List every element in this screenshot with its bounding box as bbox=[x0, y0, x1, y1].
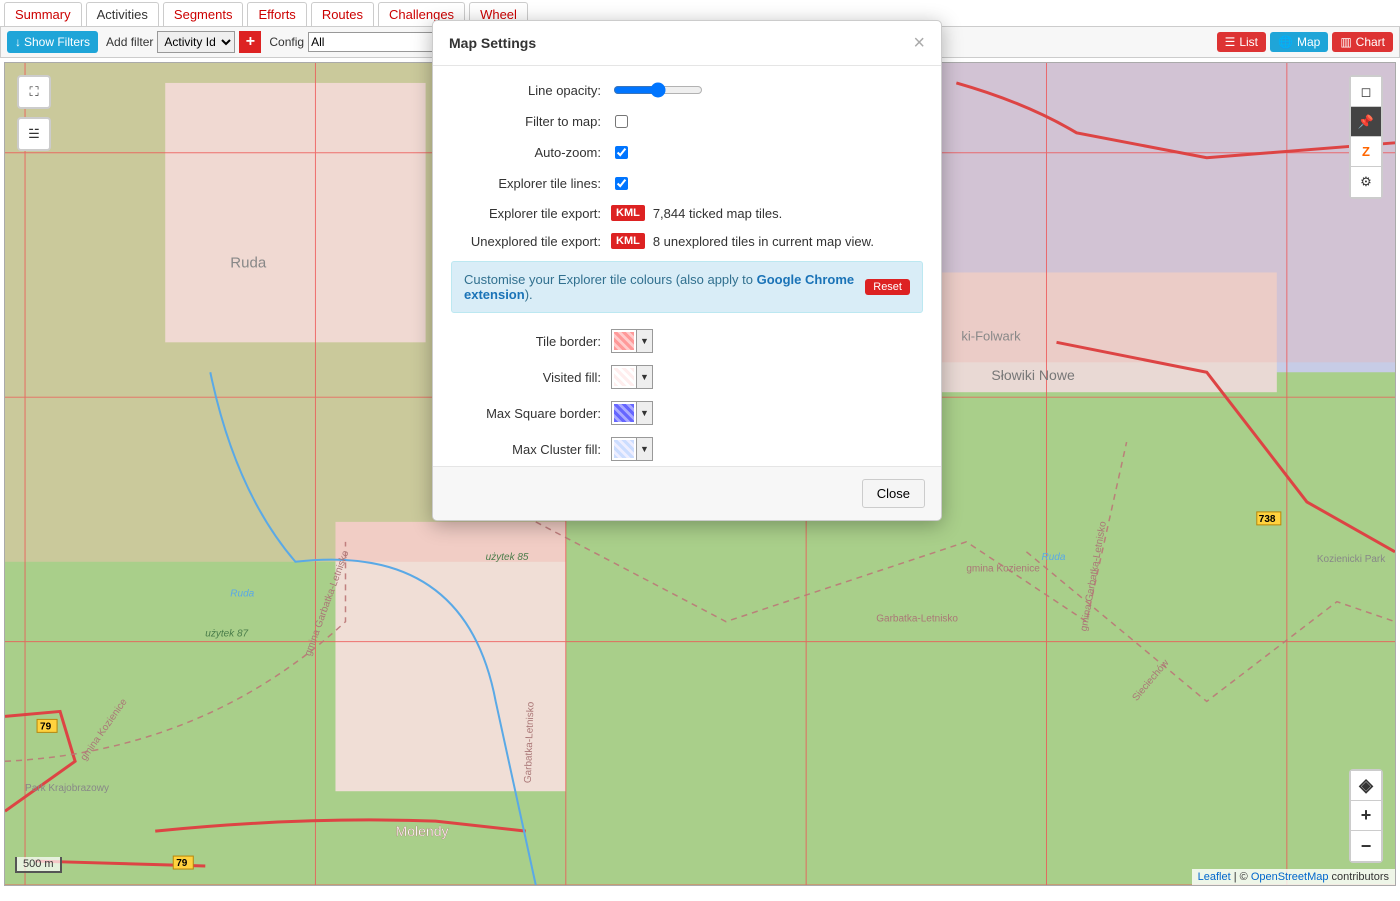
modal-body: Line opacity: Filter to map: Auto-zoom: … bbox=[433, 66, 941, 466]
scale-bar: 500 m bbox=[15, 857, 62, 873]
tab-efforts[interactable]: Efforts bbox=[247, 2, 306, 26]
tab-summary[interactable]: Summary bbox=[4, 2, 82, 26]
locate-icon: ◈ bbox=[1359, 775, 1373, 796]
chart-icon: ▥ bbox=[1340, 35, 1351, 49]
view-buttons: ☰List 🌐Map ▥Chart bbox=[1217, 32, 1393, 52]
minus-icon: − bbox=[1361, 836, 1372, 857]
svg-text:Ruda: Ruda bbox=[230, 255, 267, 272]
polygon-tool[interactable]: ◻ bbox=[1351, 77, 1381, 107]
colour-info-box: Customise your Explorer tile colours (al… bbox=[451, 261, 923, 313]
svg-text:ki-Folwark: ki-Folwark bbox=[961, 328, 1021, 343]
chevron-down-icon: ▼ bbox=[636, 366, 652, 388]
line-opacity-label: Line opacity: bbox=[451, 83, 611, 98]
zoom-out-button[interactable]: − bbox=[1351, 831, 1381, 861]
tab-segments[interactable]: Segments bbox=[163, 2, 244, 26]
svg-text:79: 79 bbox=[176, 858, 188, 869]
svg-text:Kozienicki Park: Kozienicki Park bbox=[1317, 554, 1385, 565]
chevron-down-icon: ▼ bbox=[636, 330, 652, 352]
leaflet-link[interactable]: Leaflet bbox=[1198, 871, 1231, 883]
map-settings-modal: Map Settings × Line opacity: Filter to m… bbox=[432, 20, 942, 521]
modal-header: Map Settings × bbox=[433, 21, 941, 66]
osm-link[interactable]: OpenStreetMap bbox=[1251, 871, 1329, 883]
settings-button[interactable]: ⚙ bbox=[1351, 167, 1381, 197]
right-controls: ◻ 📌 Z ⚙ bbox=[1349, 75, 1383, 199]
view-chart-button[interactable]: ▥Chart bbox=[1332, 32, 1393, 52]
svg-text:użytek 85: użytek 85 bbox=[486, 552, 529, 563]
explorer-tile-lines-label: Explorer tile lines: bbox=[451, 176, 611, 191]
line-opacity-slider[interactable] bbox=[613, 82, 703, 98]
globe-icon: 🌐 bbox=[1278, 35, 1293, 49]
visited-fill-label: Visited fill: bbox=[451, 370, 611, 385]
close-button[interactable]: Close bbox=[862, 479, 925, 508]
filter-to-map-label: Filter to map: bbox=[451, 114, 611, 129]
tab-routes[interactable]: Routes bbox=[311, 2, 374, 26]
unexplored-tile-export-label: Unexplored tile export: bbox=[451, 234, 611, 249]
square-icon: ◻ bbox=[1361, 84, 1372, 100]
auto-zoom-checkbox[interactable] bbox=[615, 146, 628, 159]
zoom-controls: ◈ + − bbox=[1349, 769, 1383, 863]
svg-text:Ruda: Ruda bbox=[1041, 552, 1065, 563]
gear-icon: ⚙ bbox=[1360, 174, 1372, 190]
auto-zoom-label: Auto-zoom: bbox=[451, 145, 611, 160]
explorer-tile-lines-checkbox[interactable] bbox=[615, 177, 628, 190]
unexplored-tiles-text: 8 unexplored tiles in current map view. bbox=[653, 234, 874, 249]
tile-border-label: Tile border: bbox=[451, 334, 611, 349]
modal-title: Map Settings bbox=[449, 35, 536, 51]
svg-text:Garbatka-Letnisko: Garbatka-Letnisko bbox=[876, 614, 958, 625]
add-filter-label: Add filter bbox=[106, 35, 153, 49]
svg-text:Ruda: Ruda bbox=[230, 589, 254, 600]
show-filters-button[interactable]: Show Filters bbox=[7, 31, 98, 53]
chevron-down-icon: ▼ bbox=[636, 438, 652, 460]
max-square-border-label: Max Square border: bbox=[451, 406, 611, 421]
svg-text:79: 79 bbox=[40, 721, 52, 732]
fullscreen-button[interactable]: ⛶ bbox=[17, 75, 51, 109]
list-icon: ☰ bbox=[1225, 35, 1236, 49]
max-cluster-fill-picker[interactable]: ▼ bbox=[611, 437, 653, 461]
layers-icon: ☱ bbox=[28, 126, 40, 142]
modal-close-x[interactable]: × bbox=[913, 33, 925, 53]
reset-button[interactable]: Reset bbox=[865, 279, 910, 295]
map-attribution: Leaflet | © OpenStreetMap contributors bbox=[1192, 869, 1395, 885]
svg-text:Słowiki Nowe: Słowiki Nowe bbox=[991, 367, 1075, 383]
svg-text:gmina Kozienice: gmina Kozienice bbox=[966, 564, 1040, 575]
modal-footer: Close bbox=[433, 466, 941, 520]
kml-unexplored-button[interactable]: KML bbox=[611, 233, 645, 249]
layers-button[interactable]: ☱ bbox=[17, 117, 51, 151]
visited-fill-picker[interactable]: ▼ bbox=[611, 365, 653, 389]
filter-to-map-checkbox[interactable] bbox=[615, 115, 628, 128]
pin-icon: 📌 bbox=[1358, 114, 1374, 130]
bolt-icon: Z bbox=[1362, 144, 1370, 159]
add-filter-button[interactable]: + bbox=[239, 31, 261, 53]
view-map-button[interactable]: 🌐Map bbox=[1270, 32, 1328, 52]
chevron-down-icon: ▼ bbox=[636, 402, 652, 424]
fullscreen-icon: ⛶ bbox=[29, 84, 38, 100]
tile-border-picker[interactable]: ▼ bbox=[611, 329, 653, 353]
pin-tool[interactable]: 📌 bbox=[1351, 107, 1381, 137]
zoom-in-button[interactable]: + bbox=[1351, 801, 1381, 831]
tab-activities[interactable]: Activities bbox=[86, 2, 159, 26]
ticked-tiles-text: 7,844 ticked map tiles. bbox=[653, 206, 782, 221]
plus-icon: + bbox=[1361, 805, 1372, 826]
strava-tool[interactable]: Z bbox=[1351, 137, 1381, 167]
svg-text:użytek 87: użytek 87 bbox=[205, 629, 248, 640]
svg-text:Molendy: Molendy bbox=[396, 823, 449, 839]
svg-text:Park Krajobrazowy: Park Krajobrazowy bbox=[25, 783, 109, 794]
max-square-border-picker[interactable]: ▼ bbox=[611, 401, 653, 425]
svg-text:738: 738 bbox=[1259, 514, 1276, 525]
kml-export-button[interactable]: KML bbox=[611, 205, 645, 221]
filter-field-select[interactable]: Activity Id bbox=[157, 31, 235, 53]
config-label: Config bbox=[269, 35, 304, 49]
explorer-tile-export-label: Explorer tile export: bbox=[451, 206, 611, 221]
view-list-button[interactable]: ☰List bbox=[1217, 32, 1266, 52]
locate-button[interactable]: ◈ bbox=[1351, 771, 1381, 801]
max-cluster-fill-label: Max Cluster fill: bbox=[451, 442, 611, 457]
